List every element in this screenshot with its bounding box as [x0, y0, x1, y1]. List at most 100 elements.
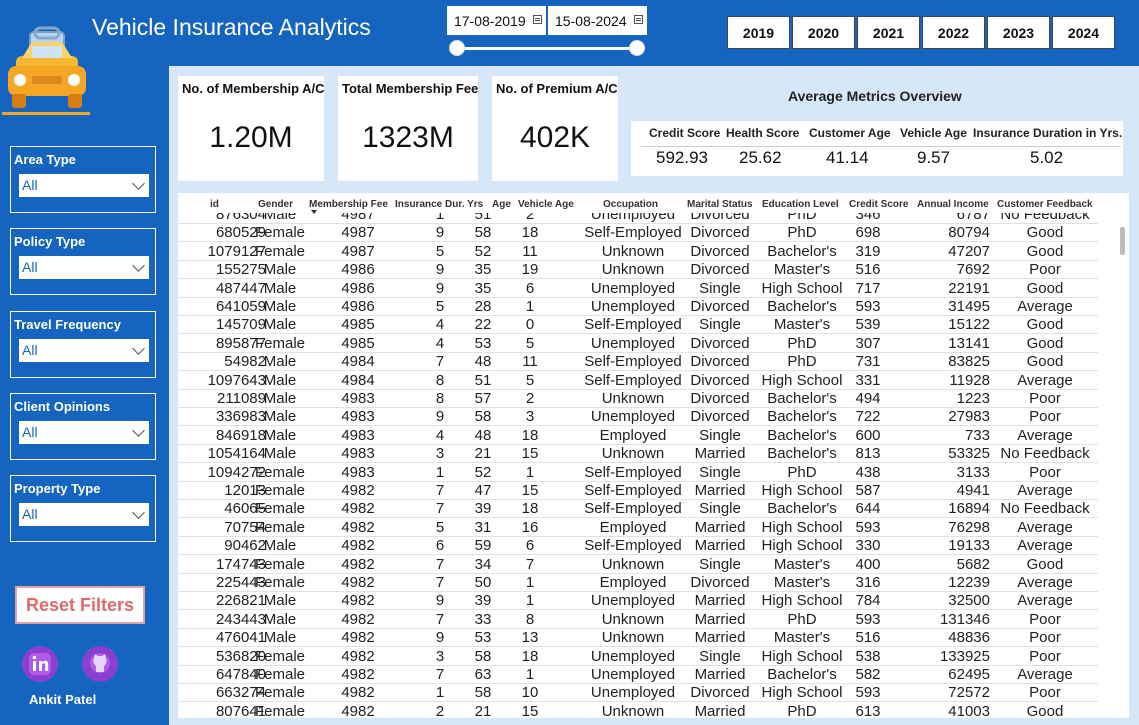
table-row[interactable]: 846918 Male 4983 4 48 18 Employed Single Bachelo… [178, 427, 1098, 445]
table-row[interactable]: 663274 Female 4982 1 58 10 Unemployed Divorced H… [178, 684, 1098, 703]
calendar-icon[interactable] [634, 15, 643, 24]
table-row[interactable]: 807641 Female 4982 2 21 15 Unknown Married PhD 61… [178, 703, 1098, 718]
table-row[interactable]: 46065 Female 4982 7 39 18 Self-Employed Single B… [178, 500, 1098, 519]
column-header-marital-status[interactable]: Marital Status [687, 199, 753, 210]
year-button-2023[interactable]: 2023 [987, 16, 1050, 49]
table-cell: 4 [435, 334, 445, 352]
table-cell: 4982 [341, 500, 375, 518]
date-to-input[interactable]: 15-08-2024 [548, 6, 647, 35]
column-header-gender[interactable]: Gender [258, 199, 293, 210]
chevron-down-icon[interactable] [132, 259, 145, 272]
table-cell: 5 [435, 298, 445, 315]
table-row[interactable]: 70754 Female 4982 5 31 16 Employed Married High … [178, 519, 1098, 537]
table-body[interactable]: 876304 Male 4987 1 51 2 Unemployed Divorced PhD 3… [178, 213, 1108, 718]
kpi-value: 402K [519, 121, 591, 154]
filter-property-type: Property Type All [10, 475, 156, 542]
policy-type-dropdown[interactable]: All [19, 256, 149, 279]
column-header-occupation[interactable]: Occupation [603, 199, 658, 210]
github-icon[interactable] [82, 646, 118, 682]
date-range-start-handle[interactable] [449, 40, 465, 56]
linkedin-icon[interactable] [22, 646, 58, 682]
calendar-icon[interactable] [533, 15, 542, 24]
table-row[interactable]: 476041 Male 4982 9 53 13 Unknown Married Master'… [178, 629, 1098, 648]
date-range-end-handle[interactable] [629, 40, 645, 56]
table-row[interactable]: 680529 Female 4987 9 58 18 Self-Employed Divorc… [178, 224, 1098, 243]
table-cell: 438 [855, 463, 881, 481]
table-cell: Female [254, 224, 306, 242]
chevron-down-icon[interactable] [132, 506, 145, 519]
table-cell: Female [254, 702, 306, 718]
table-cell: Female [254, 684, 306, 702]
table-row[interactable]: 1054164 Male 4983 3 21 15 Unknown Married Bachel… [178, 445, 1098, 464]
table-row[interactable]: 145709 Male 4985 4 22 0 Self-Employed Single Mas… [178, 316, 1098, 335]
year-button-2022[interactable]: 2022 [922, 16, 985, 49]
filter-label: Travel Frequency [14, 317, 121, 332]
column-header-membership-fee[interactable]: Membership Fee [309, 199, 388, 210]
property-type-dropdown[interactable]: All [19, 503, 149, 526]
table-cell: PhD [787, 610, 817, 628]
travel-frequency-dropdown[interactable]: All [19, 339, 149, 362]
area-type-dropdown[interactable]: All [19, 174, 149, 197]
column-header-id[interactable]: id [210, 199, 219, 210]
table-row[interactable]: 536820 Female 4982 3 58 18 Unemployed Single Hig… [178, 648, 1098, 666]
table-row[interactable]: 12013 Female 4982 7 47 15 Self-Employed Married… [178, 482, 1098, 500]
table-row[interactable]: 225443 Female 4982 7 50 1 Employed Divorced Mast… [178, 574, 1098, 592]
chevron-down-icon[interactable] [132, 424, 145, 437]
table-cell: Employed [599, 426, 667, 444]
table-row[interactable]: 647840 Female 4982 7 63 1 Unemployed Married Bac… [178, 666, 1098, 684]
table-cell: 316 [855, 574, 881, 591]
table-cell: Average [1017, 537, 1073, 555]
table-row[interactable]: 1097643 Male 4984 8 51 5 Self-Employed Divorced… [178, 372, 1098, 390]
divider [641, 146, 1121, 147]
date-from-input[interactable]: 17-08-2019 [447, 6, 546, 35]
table-cell: 19133 [948, 537, 990, 555]
table-cell: 1 [525, 592, 535, 610]
table-cell: 4982 [341, 684, 375, 702]
table-row[interactable]: 243443 Male 4982 7 33 8 Unknown Married PhD 593 13… [178, 611, 1098, 629]
table-scrollbar[interactable] [1120, 227, 1125, 255]
table-row[interactable]: 895877 Female 4985 4 53 5 Unemployed Divorced Ph… [178, 335, 1098, 353]
table-cell: Male [263, 592, 297, 610]
table-row-partial[interactable]: 876304 Male 4987 1 51 2 Unemployed Divorced PhD 3… [178, 213, 1098, 224]
table-row[interactable]: 90462 Male 4982 6 59 6 Self-Employed Married Hig… [178, 537, 1098, 556]
column-header-credit-score[interactable]: Credit Score [849, 199, 908, 210]
chevron-down-icon[interactable] [132, 342, 145, 355]
column-header-annual-income[interactable]: Annual Income [917, 199, 989, 210]
table-row[interactable]: 1094272 Female 4983 1 52 1 Self-Employed Single… [178, 464, 1098, 482]
table-cell: Divorced [690, 242, 750, 260]
year-button-2019[interactable]: 2019 [727, 16, 790, 49]
metric-value: 25.62 [739, 148, 782, 167]
table-cell: 4983 [341, 463, 375, 481]
table-cell: 58 [474, 224, 492, 242]
table-cell: Unemployed [590, 213, 676, 223]
table-cell: Male [263, 353, 297, 371]
column-header-vehicle-age[interactable]: Vehicle Age [518, 199, 574, 210]
table-row[interactable]: 226821 Male 4982 9 39 1 Unemployed Married High … [178, 592, 1098, 611]
table-cell: Good [1026, 353, 1064, 371]
year-button-2020[interactable]: 2020 [792, 16, 855, 49]
kpi-card-membership-accounts: No. of Membership A/C 1.20M [178, 76, 325, 181]
filter-label: Property Type [14, 481, 101, 496]
column-header-insurance-duration[interactable]: Insurance Dur. Yrs [395, 199, 483, 210]
reset-filters-button[interactable]: Reset Filters [15, 586, 145, 624]
date-range-slider-track[interactable] [456, 47, 637, 50]
year-button-2024[interactable]: 2024 [1052, 16, 1115, 49]
table-row[interactable]: 155275 Male 4986 9 35 19 Unknown Divorced Master… [178, 261, 1098, 280]
table-row[interactable]: 211089 Male 4983 8 57 2 Unknown Divorced Bachelo… [178, 390, 1098, 408]
table-row[interactable]: 641059 Male 4986 5 28 1 Unemployed Divorced Bach… [178, 298, 1098, 316]
table-row[interactable]: 54982 Male 4984 7 48 11 Self-Employed Divorced P… [178, 353, 1098, 372]
table-cell: 4986 [341, 261, 375, 279]
table-row[interactable]: 487447 Male 4986 9 35 6 Unemployed Single High S… [178, 280, 1098, 298]
column-header-customer-feedback[interactable]: Customer Feedback [997, 199, 1093, 210]
client-opinions-dropdown[interactable]: All [19, 421, 149, 444]
table-cell: 4983 [341, 426, 375, 444]
chevron-down-icon[interactable] [132, 177, 145, 190]
table-cell: 133925 [939, 647, 990, 665]
table-cell: Master's [773, 574, 831, 591]
table-row[interactable]: 336983 Male 4983 9 58 3 Unemployed Divorced Bach… [178, 408, 1098, 427]
year-button-2021[interactable]: 2021 [857, 16, 920, 49]
table-row[interactable]: 1079127 Female 4987 5 52 11 Unknown Divorced Bac… [178, 243, 1098, 261]
column-header-age[interactable]: Age [492, 199, 511, 210]
table-row[interactable]: 174743 Female 4982 7 34 7 Unknown Single Master'… [178, 556, 1098, 574]
column-header-education-level[interactable]: Education Level [762, 199, 839, 210]
